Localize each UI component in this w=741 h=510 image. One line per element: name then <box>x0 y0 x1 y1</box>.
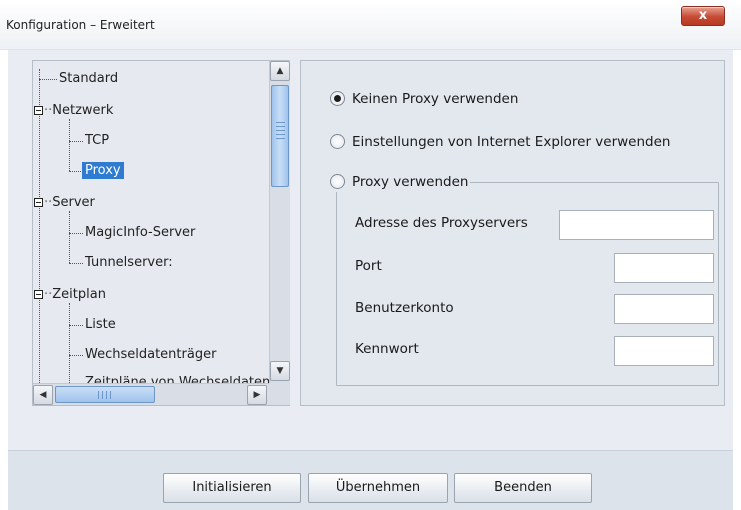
scroll-left-button[interactable]: ◀ <box>33 385 53 405</box>
initialize-button[interactable]: Initialisieren <box>163 473 301 503</box>
scrollbar-corner <box>269 383 290 405</box>
tree-item-tcp[interactable]: TCP <box>85 131 109 151</box>
scroll-right-button[interactable]: ▶ <box>247 385 267 405</box>
collapse-icon[interactable] <box>34 290 43 299</box>
tree-item-zeitplan[interactable]: ··Zeitplan <box>34 285 106 305</box>
tree-item-label: Zeitpläne von Wechseldatenträgern <box>85 375 269 383</box>
grip-icon <box>276 126 285 127</box>
user-account-input[interactable] <box>614 294 714 324</box>
tree-item-label: Server <box>52 195 95 210</box>
tree-item-label: Zeitplan <box>52 287 106 302</box>
tree-item-label: Netzwerk <box>52 103 114 118</box>
tree-item-label: Proxy <box>82 162 124 179</box>
configuration-dialog: Konfiguration – Erweitert x Standard ··N… <box>0 0 741 510</box>
tree-connector <box>69 233 83 234</box>
tree-item-server[interactable]: ··Server <box>34 193 95 213</box>
password-label: Kennwort <box>355 341 419 357</box>
settings-tree: Standard ··Netzwerk TCP Proxy ··Server M… <box>32 60 290 406</box>
tree-connector <box>69 119 70 171</box>
grip-icon <box>276 122 285 123</box>
tree-item-liste[interactable]: Liste <box>85 315 116 335</box>
grip-icon <box>276 130 285 131</box>
radio-internet-explorer-settings[interactable]: Einstellungen von Internet Explorer verw… <box>330 132 670 152</box>
user-account-label: Benutzerkonto <box>355 300 454 316</box>
tree-item-proxy[interactable]: Proxy <box>82 161 124 181</box>
tree-item-label: Liste <box>85 317 116 332</box>
port-input[interactable] <box>614 253 714 283</box>
tree-view[interactable]: Standard ··Netzwerk TCP Proxy ··Server M… <box>33 61 269 383</box>
tree-item-label: MagicInfo-Server <box>85 225 196 240</box>
tree-connector <box>69 141 83 142</box>
tree-item-magicinfo-server[interactable]: MagicInfo-Server <box>85 223 195 243</box>
exit-button[interactable]: Beenden <box>454 473 592 503</box>
collapse-icon[interactable] <box>34 198 43 207</box>
tree-item-tunnelserver[interactable]: Tunnelserver: <box>85 253 173 273</box>
tree-item-wechseldatentraeger[interactable]: Wechseldatenträger <box>85 345 216 365</box>
port-label: Port <box>355 258 382 274</box>
proxy-address-label: Adresse des Proxyservers <box>355 215 528 231</box>
tree-horizontal-scrollbar[interactable]: ◀ ▶ <box>33 383 269 405</box>
tree-connector <box>69 355 83 356</box>
title-bar: Konfiguration – Erweitert x <box>0 0 741 50</box>
tree-connector <box>69 325 83 326</box>
scroll-up-button[interactable]: ▲ <box>270 61 290 81</box>
tree-connector <box>69 303 70 383</box>
grip-icon <box>110 391 111 399</box>
collapse-icon[interactable] <box>34 106 43 115</box>
close-button[interactable]: x <box>681 6 725 26</box>
horizontal-scroll-thumb[interactable] <box>55 386 155 403</box>
grip-icon <box>106 391 107 399</box>
grip-icon <box>98 391 99 399</box>
scroll-down-button[interactable]: ▼ <box>270 361 290 381</box>
tree-connector <box>69 263 83 264</box>
close-icon: x <box>698 8 708 23</box>
tree-connector <box>39 79 57 80</box>
proxy-address-input[interactable] <box>559 210 714 240</box>
window-title: Konfiguration – Erweitert <box>6 18 155 32</box>
tree-item-label: Standard <box>59 71 119 86</box>
vertical-scroll-thumb[interactable] <box>271 85 289 187</box>
password-input[interactable] <box>614 336 714 366</box>
radio-no-proxy[interactable]: Keinen Proxy verwenden <box>330 89 518 109</box>
grip-icon <box>276 134 285 135</box>
tree-connector <box>69 171 83 172</box>
radio-label: Einstellungen von Internet Explorer verw… <box>352 134 671 150</box>
radio-label: Proxy verwenden <box>352 174 469 190</box>
radio-label: Keinen Proxy verwenden <box>352 91 519 107</box>
radio-use-proxy[interactable]: Proxy verwenden <box>330 172 471 192</box>
tree-connector <box>69 211 70 263</box>
radio-unchecked-icon[interactable] <box>330 173 345 189</box>
tree-item-label: Tunnelserver: <box>85 255 173 270</box>
grip-icon <box>276 138 285 139</box>
tree-item-label: TCP <box>85 133 110 148</box>
tree-vertical-scrollbar[interactable]: ▲ ▼ <box>269 61 290 383</box>
apply-button[interactable]: Übernehmen <box>308 473 448 503</box>
tree-item-zeitplaene-wechseldatentraeger[interactable]: Zeitpläne von Wechseldatenträgern <box>85 373 269 383</box>
grip-icon <box>102 391 103 399</box>
tree-item-label: Wechseldatenträger <box>85 347 217 362</box>
tree-item-standard[interactable]: Standard <box>59 69 118 89</box>
tree-item-netzwerk[interactable]: ··Netzwerk <box>34 101 113 121</box>
radio-unchecked-icon[interactable] <box>330 133 345 149</box>
radio-checked-icon[interactable] <box>330 90 345 106</box>
